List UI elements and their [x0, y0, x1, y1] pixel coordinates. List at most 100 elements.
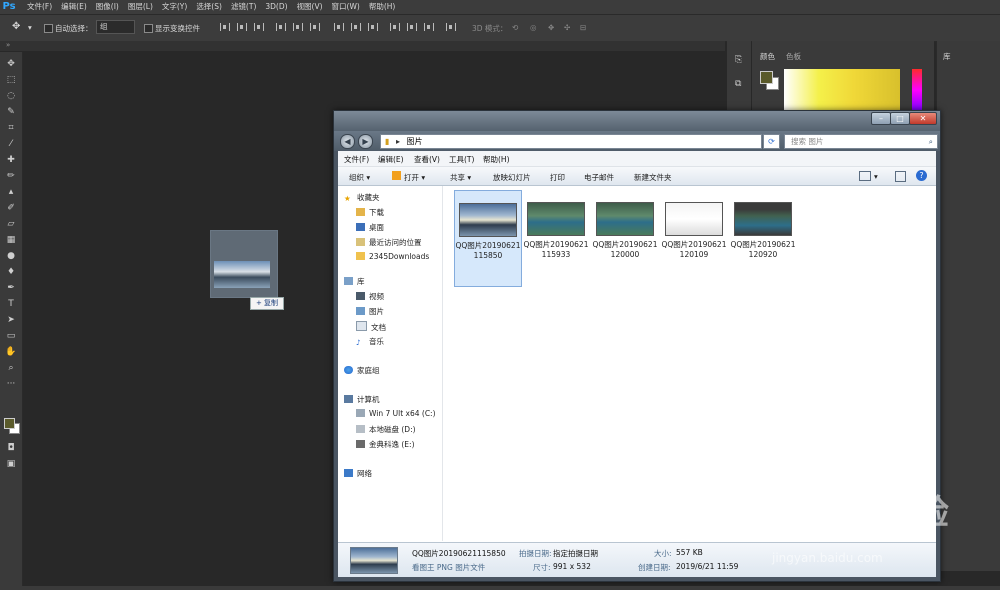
3d-slide-icon[interactable]: ✣ [564, 23, 570, 32]
nav-documents[interactable]: 文档 [356, 321, 386, 333]
ps-menu-file[interactable]: 文件(F) [27, 0, 52, 14]
ps-menu-image[interactable]: 图像(I) [96, 0, 119, 14]
healing-tool-icon[interactable]: ✚ [5, 154, 17, 166]
quick-select-tool-icon[interactable]: ✎ [5, 106, 17, 118]
auto-align-icon[interactable] [446, 23, 456, 31]
distribute-hcenter-icon[interactable] [407, 23, 417, 31]
minimize-button[interactable]: – [871, 112, 891, 125]
ps-menu-view[interactable]: 视图(V) [297, 0, 323, 14]
nav-2345downloads[interactable]: 2345Downloads [356, 252, 429, 261]
ps-menu-select[interactable]: 选择(S) [196, 0, 222, 14]
show-transform-checkbox[interactable] [144, 24, 153, 33]
nav-computer[interactable]: 计算机 [344, 394, 380, 405]
print-button[interactable]: 打印 [550, 172, 565, 183]
chevron-down-icon[interactable]: ▾ [28, 23, 32, 32]
ps-menu-window[interactable]: 窗口(W) [332, 0, 360, 14]
file-item[interactable]: QQ图片20190621115850 [454, 190, 522, 287]
align-bottom-icon[interactable] [254, 23, 264, 31]
quick-mask-icon[interactable]: ◘ [5, 442, 17, 454]
pen-tool-icon[interactable]: ✒ [5, 282, 17, 294]
menu-help[interactable]: 帮助(H) [483, 154, 510, 165]
tab-color[interactable]: 颜色 [760, 51, 775, 62]
nav-recent[interactable]: 最近访问的位置 [356, 237, 422, 248]
nav-pictures[interactable]: 图片 [356, 306, 384, 317]
preview-pane-icon[interactable] [895, 171, 906, 182]
align-top-icon[interactable] [220, 23, 230, 31]
refresh-icon[interactable]: ⟳ [763, 134, 780, 149]
foreground-color-swatch[interactable] [4, 418, 15, 429]
ps-menu-help[interactable]: 帮助(H) [369, 0, 396, 14]
3d-drag-icon[interactable]: ✥ [548, 23, 554, 32]
marquee-tool-icon[interactable]: ⬚ [5, 74, 17, 86]
ps-menu-3d[interactable]: 3D(D) [265, 0, 287, 14]
align-right-icon[interactable] [310, 23, 320, 31]
view-options-icon[interactable] [859, 171, 871, 181]
nav-favorites[interactable]: ★ 收藏夹 [344, 192, 380, 203]
blur-tool-icon[interactable]: ● [5, 250, 17, 262]
align-left-icon[interactable] [276, 23, 286, 31]
crop-tool-icon[interactable]: ⌗ [5, 122, 17, 134]
distribute-top-icon[interactable] [334, 23, 344, 31]
organize-button[interactable]: 组织 ▾ [349, 172, 370, 183]
nav-homegroup[interactable]: 家庭组 [344, 365, 380, 376]
nav-desktop[interactable]: 桌面 [356, 222, 384, 233]
stamp-tool-icon[interactable]: ▴ [5, 186, 17, 198]
menu-view[interactable]: 查看(V) [414, 154, 440, 165]
menu-file[interactable]: 文件(F) [344, 154, 369, 165]
ps-menu-layer[interactable]: 图层(L) [128, 0, 153, 14]
new-folder-button[interactable]: 新建文件夹 [634, 172, 672, 183]
file-item[interactable]: QQ图片20190621115933 [523, 190, 589, 285]
history-brush-tool-icon[interactable]: ✐ [5, 202, 17, 214]
3d-rotate-icon[interactable]: ⟲ [512, 23, 518, 32]
screen-mode-icon[interactable]: ▣ [5, 458, 17, 470]
3d-roll-icon[interactable]: ◎ [530, 23, 537, 32]
nav-videos[interactable]: 视频 [356, 291, 384, 302]
ps-menu-type[interactable]: 文字(Y) [162, 0, 187, 14]
color-ramp[interactable] [784, 69, 900, 111]
auto-select-checkbox[interactable] [44, 24, 53, 33]
zoom-tool-icon[interactable]: ⌕ [5, 362, 17, 374]
forward-icon[interactable]: ▶ [358, 134, 373, 149]
file-item[interactable]: QQ图片20190621120109 [661, 190, 727, 285]
tab-library[interactable]: 库 [943, 51, 951, 62]
address-bar[interactable]: ▮ ▸ 图片 [380, 134, 762, 149]
menu-tools[interactable]: 工具(T) [449, 154, 474, 165]
align-hcenter-icon[interactable] [293, 23, 303, 31]
auto-select-dropdown[interactable]: 组 [96, 20, 135, 34]
ps-menu-edit[interactable]: 编辑(E) [61, 0, 87, 14]
tab-swatches[interactable]: 色板 [786, 51, 801, 62]
properties-panel-icon[interactable]: ⧉ [735, 79, 741, 89]
gradient-tool-icon[interactable]: ▦ [5, 234, 17, 246]
search-icon[interactable]: ⌕ [929, 135, 933, 148]
3d-scale-icon[interactable]: ⊟ [580, 23, 586, 32]
shape-tool-icon[interactable]: ▭ [5, 330, 17, 342]
share-button[interactable]: 共享 ▾ [450, 172, 471, 183]
dodge-tool-icon[interactable]: ♦ [5, 266, 17, 278]
window-titlebar[interactable]: – □ ✕ [334, 111, 940, 131]
nav-drive-e[interactable]: 金典科逸 (E:) [356, 439, 415, 450]
slideshow-button[interactable]: 放映幻灯片 [493, 172, 531, 183]
nav-music[interactable]: ♪ 音乐 [356, 336, 384, 347]
close-button[interactable]: ✕ [909, 112, 937, 125]
align-vcenter-icon[interactable] [237, 23, 247, 31]
brush-tool-icon[interactable]: ✏ [5, 170, 17, 182]
collapse-icon[interactable]: » [6, 41, 10, 49]
distribute-right-icon[interactable] [424, 23, 434, 31]
move-tool-icon[interactable]: ✥ [5, 58, 17, 70]
distribute-vcenter-icon[interactable] [351, 23, 361, 31]
nav-libraries[interactable]: 库 [344, 276, 365, 287]
email-button[interactable]: 电子邮件 [584, 172, 614, 183]
hue-slider[interactable] [912, 69, 922, 111]
more-tools-icon[interactable]: ··· [5, 378, 17, 390]
distribute-left-icon[interactable] [390, 23, 400, 31]
type-tool-icon[interactable]: T [5, 298, 17, 310]
nav-network[interactable]: 网络 [344, 468, 372, 479]
path-select-tool-icon[interactable]: ➤ [5, 314, 17, 326]
back-icon[interactable]: ◀ [340, 134, 355, 149]
search-input[interactable]: 搜索 图片 ⌕ [784, 134, 938, 149]
date-taken-value[interactable]: 指定拍摄日期 [553, 548, 598, 559]
distribute-bottom-icon[interactable] [368, 23, 378, 31]
chevron-down-icon[interactable]: ▾ [874, 172, 878, 181]
history-panel-icon[interactable]: ⎘ [735, 55, 742, 65]
nav-drive-d[interactable]: 本地磁盘 (D:) [356, 424, 416, 435]
